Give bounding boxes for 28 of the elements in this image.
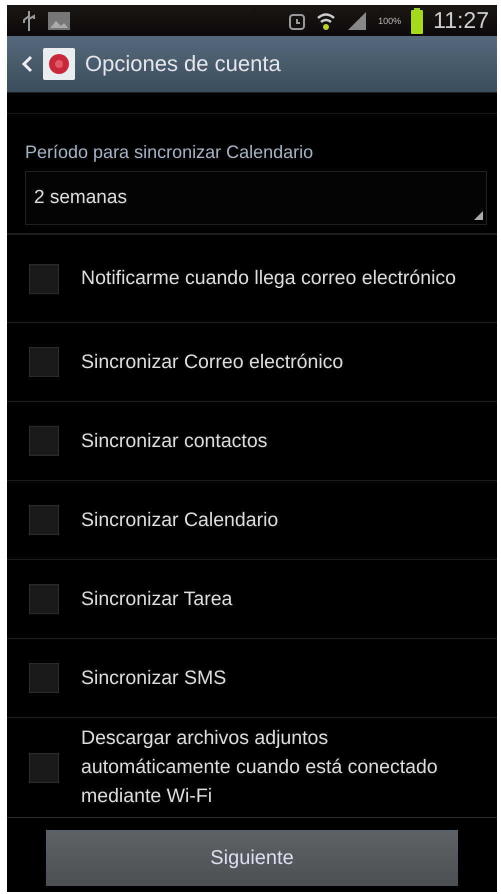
screen-title: Opciones de cuenta [85,51,281,78]
dropdown-corner-icon [474,211,483,220]
option-label: Notificarme cuando llega correo electrónico [81,266,456,291]
period-dropdown[interactable]: 2 semanas [25,171,487,225]
option-label: Sincronizar SMS [81,666,226,690]
option-label: Sincronizar Correo electrónico [81,350,344,374]
checkbox[interactable] [29,505,59,535]
back-icon [21,54,33,74]
option-label: Sincronizar Calendario [81,508,278,532]
app-icon [43,48,75,80]
checkbox[interactable] [29,347,59,377]
option-label: Sincronizar contactos [81,428,268,454]
checkbox[interactable] [29,663,59,693]
clock-time: 11:27 [433,7,489,34]
checkbox[interactable] [29,264,59,294]
usb-icon [21,10,37,32]
next-button[interactable]: Siguiente [46,830,458,886]
battery-icon [411,8,424,34]
field-label: Período para sincronizar Calendario [25,142,314,163]
option-label: Descargar archivos adjuntos automáticamente cuando está conectado mediante Wi-Fi [81,726,439,809]
image-icon [47,10,71,32]
checkbox[interactable] [29,752,59,782]
back-button[interactable] [21,48,75,80]
checkbox[interactable] [29,426,59,456]
signal-icon [346,10,368,32]
battery-percent: 100% [378,16,402,26]
checkbox[interactable] [29,584,59,614]
option-label: Sincronizar Tarea [81,586,232,612]
